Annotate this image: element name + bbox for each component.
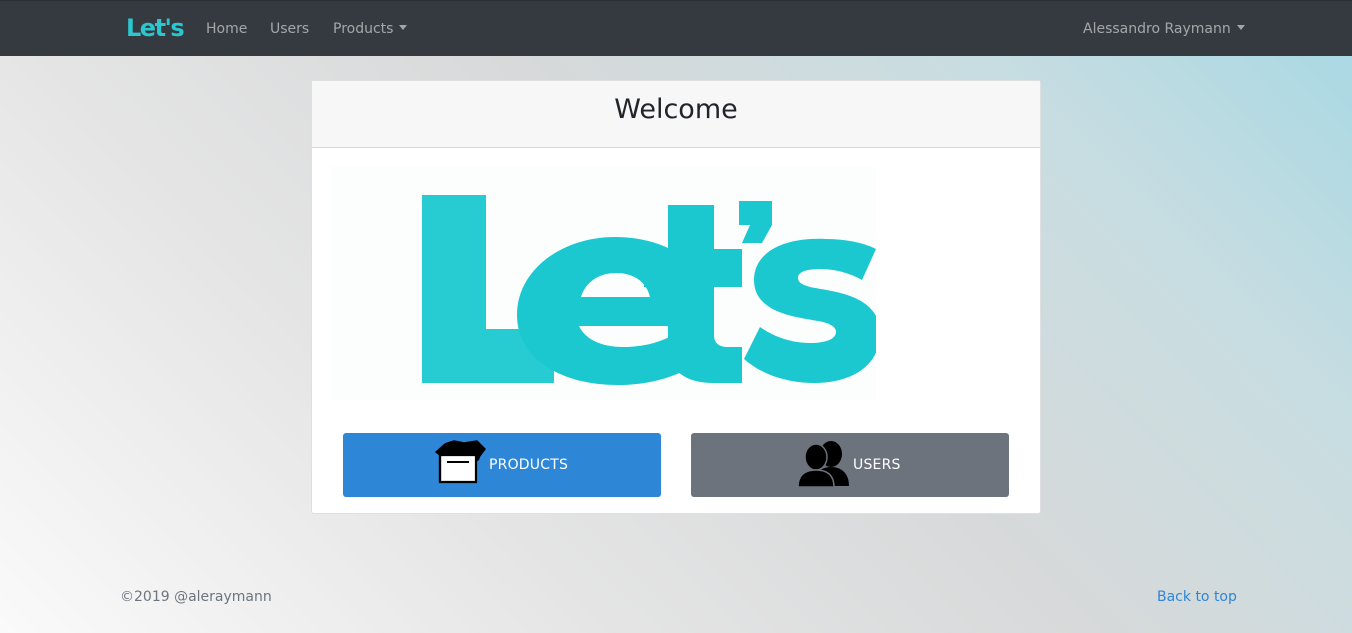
products-button-label: PRODUCTS <box>489 457 569 473</box>
chevron-down-icon <box>399 25 408 30</box>
box-icon <box>435 440 487 490</box>
nav-home[interactable]: Home <box>206 20 247 38</box>
chevron-down-icon <box>1236 25 1245 30</box>
brand-logo[interactable]: Let's <box>126 15 185 41</box>
users-button[interactable]: USERS <box>691 433 1009 497</box>
card-header: Welcome <box>312 81 1040 148</box>
copyright-text: ©2019 @aleraymann <box>120 589 272 605</box>
welcome-card: Welcome PRODUCTS USERS <box>311 80 1041 514</box>
user-menu-dropdown[interactable]: Alessandro Raymann <box>1083 20 1245 38</box>
page-title: Welcome <box>614 94 738 125</box>
nav-products-dropdown[interactable]: Products <box>333 20 408 38</box>
nav-products-label: Products <box>333 21 394 37</box>
navbar: Let's Home Users Products Alessandro Ray… <box>0 0 1352 56</box>
products-button[interactable]: PRODUCTS <box>343 433 661 497</box>
user-name: Alessandro Raymann <box>1083 21 1231 37</box>
users-icon <box>797 440 851 492</box>
users-button-label: USERS <box>853 457 901 473</box>
lets-logo-image <box>330 167 880 400</box>
logo-graphic <box>422 195 880 385</box>
nav-users[interactable]: Users <box>270 20 309 38</box>
back-to-top-link[interactable]: Back to top <box>1157 589 1237 605</box>
